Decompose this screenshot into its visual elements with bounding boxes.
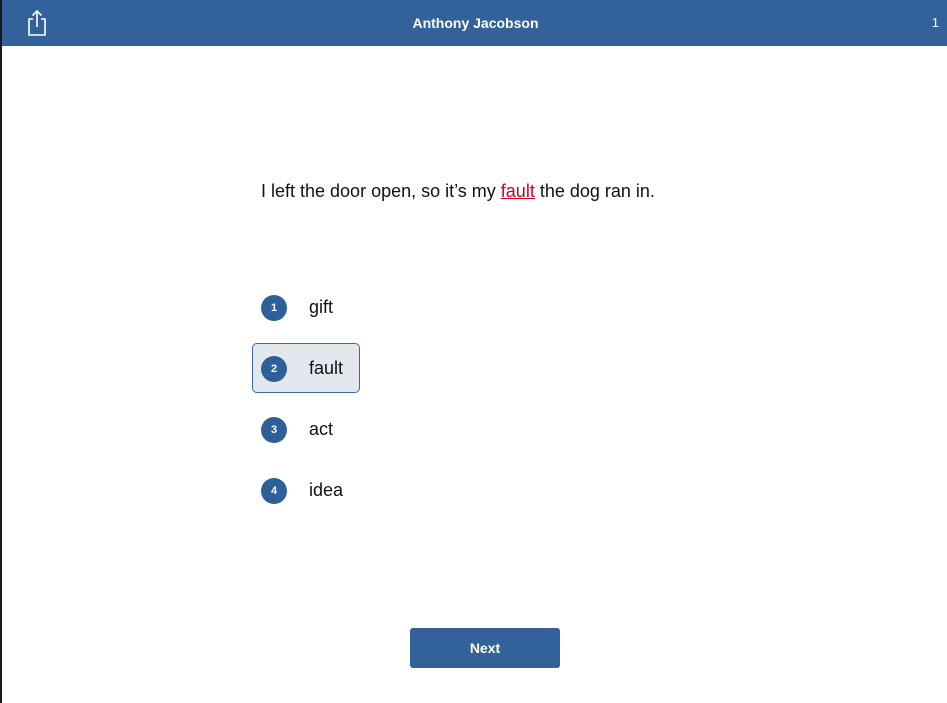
answer-option-3[interactable]: 3 act — [252, 404, 360, 454]
sentence-text-before: I left the door open, so it’s my — [261, 181, 501, 201]
app-window: Anthony Jacobson 1 I left the door open,… — [0, 0, 947, 703]
answer-option-4[interactable]: 4 idea — [252, 465, 360, 515]
highlighted-word: fault — [500, 181, 535, 201]
option-number-badge: 3 — [261, 417, 287, 443]
sentence-text-after: the dog ran in. — [534, 181, 655, 201]
next-button[interactable]: Next — [410, 628, 560, 668]
question-sentence: I left the door open, so it’s my fault t… — [261, 181, 655, 202]
option-label: gift — [309, 297, 334, 317]
option-label: act — [309, 419, 334, 439]
option-label: idea — [309, 480, 344, 500]
page-title: Anthony Jacobson — [412, 15, 539, 31]
option-number-badge: 4 — [261, 478, 287, 504]
answer-option-2[interactable]: 2 fault — [252, 343, 360, 393]
option-label: fault — [309, 358, 344, 378]
question-counter: 1 — [931, 15, 939, 30]
option-number-badge: 2 — [261, 356, 287, 382]
top-navigation-bar: Anthony Jacobson 1 — [2, 0, 947, 46]
option-number-badge: 1 — [261, 295, 287, 321]
answer-option-1[interactable]: 1 gift — [252, 282, 360, 332]
